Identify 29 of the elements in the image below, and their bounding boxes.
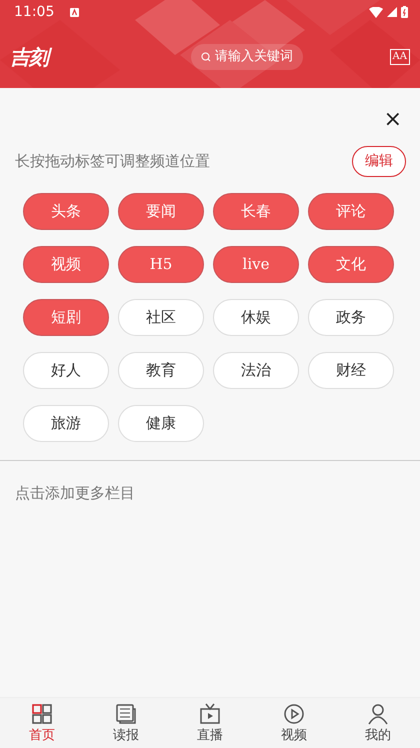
battery-icon [401,6,408,18]
tab-bar-item[interactable]: 直播 [168,698,252,748]
channel-tag[interactable]: 政务 [308,299,394,336]
tab-bar-item[interactable]: 首页 [0,698,84,748]
channel-tag[interactable]: 财经 [308,352,394,389]
grid-icon [30,702,54,726]
newspaper-icon [114,702,138,726]
person-icon [366,702,390,726]
wifi-icon [369,6,383,18]
tab-bar-item[interactable]: 读报 [84,698,168,748]
channel-tag[interactable]: 好人 [23,352,109,389]
tv-icon [198,702,222,726]
channel-tag[interactable]: 教育 [118,352,204,389]
channel-tag[interactable]: 健康 [118,405,204,442]
channel-tag[interactable]: 休娱 [213,299,299,336]
tab-bar-item[interactable]: 我的 [336,698,420,748]
play-circle-icon [282,702,306,726]
signal-icon [387,7,397,17]
add-more-hint: 点击添加更多栏目 [15,484,135,502]
tab-bar-item[interactable]: 视频 [252,698,336,748]
font-size-button[interactable]: AA [390,49,410,65]
search-icon [200,52,211,62]
edit-button[interactable]: 编辑 [352,146,406,177]
channel-tag[interactable]: 旅游 [23,405,109,442]
channel-tag[interactable]: 社区 [118,299,204,336]
status-time: 11:05 [14,2,54,22]
close-button[interactable]: × [378,108,408,132]
drag-hint-text: 长按拖动标签可调整频道位置 [15,151,210,172]
channel-tag[interactable]: 法治 [213,352,299,389]
